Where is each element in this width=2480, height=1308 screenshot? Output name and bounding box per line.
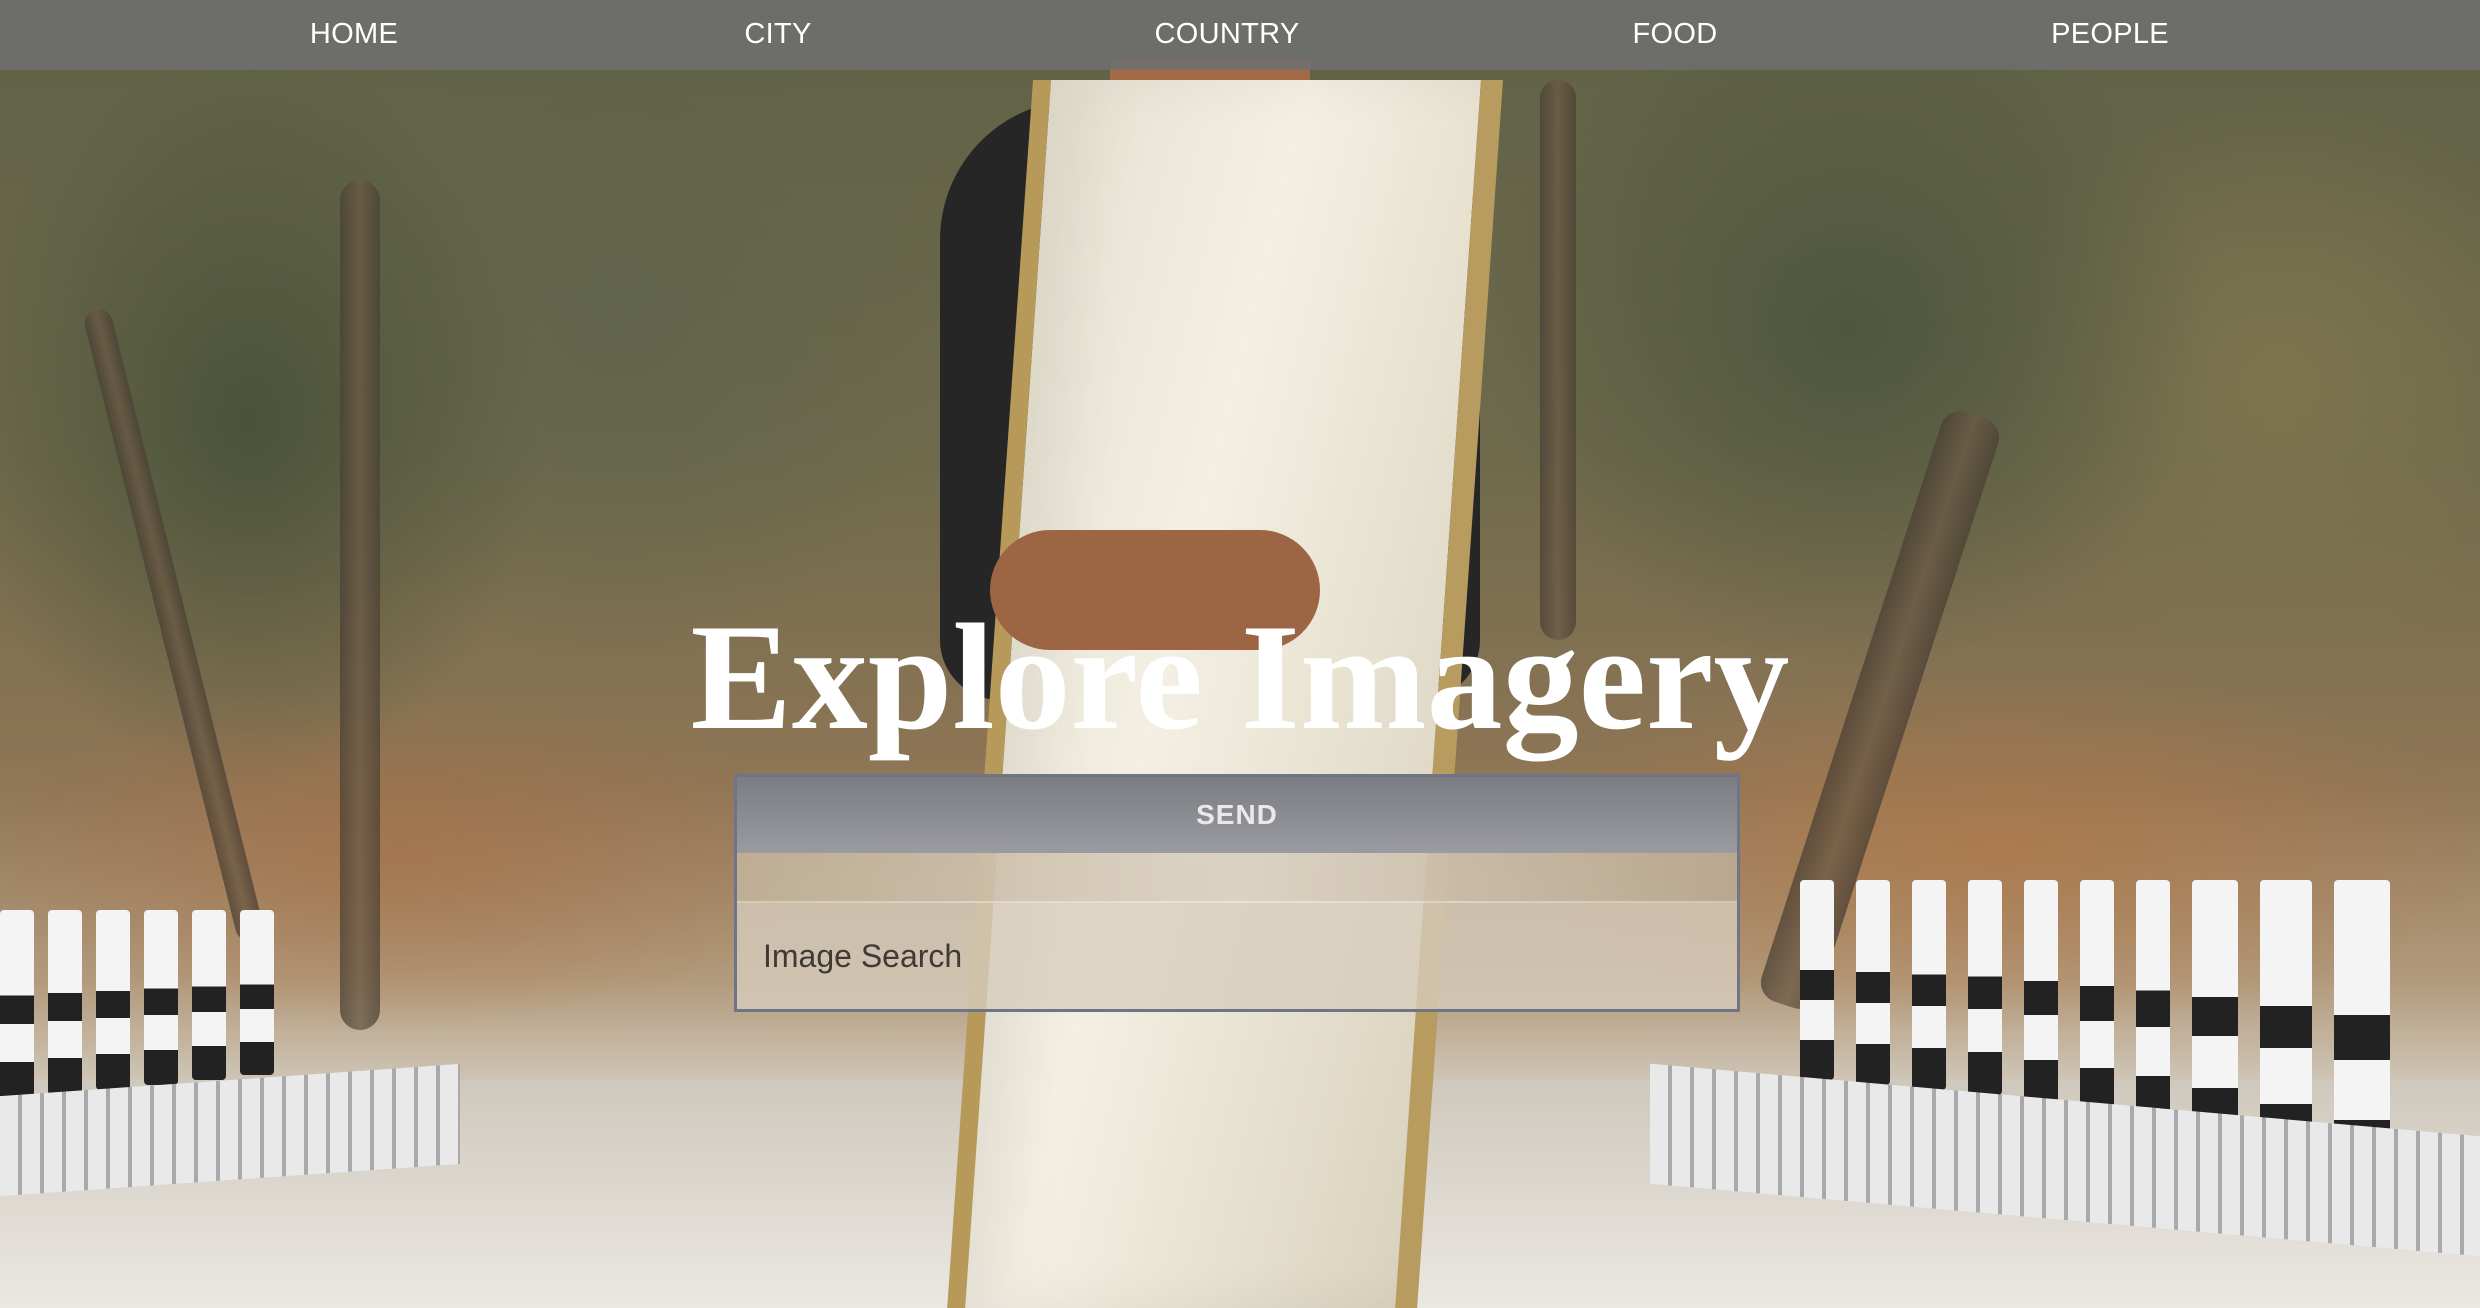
left-railing <box>0 910 274 1100</box>
nav-food[interactable]: FOOD <box>1633 0 1718 70</box>
send-button[interactable]: SEND <box>737 777 1737 853</box>
nav-country[interactable]: COUNTRY <box>1155 0 1300 70</box>
search-input[interactable] <box>737 903 1737 1009</box>
top-navigation: HOME CITY COUNTRY FOOD PEOPLE <box>0 0 2480 70</box>
nav-people[interactable]: PEOPLE <box>2051 0 2169 70</box>
nav-home[interactable]: HOME <box>310 0 398 70</box>
search-divider-strip <box>737 853 1737 903</box>
page-title: Explore Imagery <box>690 593 1790 761</box>
nav-city[interactable]: CITY <box>744 0 811 70</box>
search-panel: SEND <box>734 774 1740 1012</box>
